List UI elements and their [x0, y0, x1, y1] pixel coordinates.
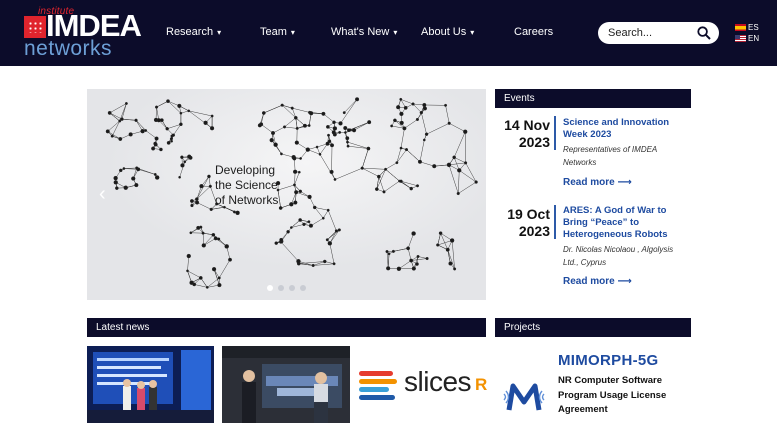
nav-label: Research	[166, 26, 214, 38]
read-more-link[interactable]: Read more ⟶	[563, 177, 632, 188]
slider-prev-arrow-icon[interactable]: ‹	[99, 183, 106, 206]
event-description: Dr. Nicolas Nicolaou , Algolysis Ltd., C…	[563, 245, 674, 267]
site-header: institute IMDEA networks Research ▾ Team ▾…	[0, 0, 777, 66]
slider-dot[interactable]	[278, 285, 284, 291]
nav-whats-new[interactable]: What's New ▾	[331, 26, 397, 38]
nav-label: Careers	[514, 26, 554, 38]
event-date-year: 2023	[518, 223, 550, 239]
chevron-down-icon: ▾	[290, 28, 295, 37]
slices-logo-suffix: R	[475, 375, 488, 394]
chevron-down-icon: ▾	[470, 28, 475, 37]
event-date-day: 19 Oct	[507, 206, 550, 222]
nav-label: About Us	[421, 26, 467, 38]
slices-stripes-icon	[359, 371, 397, 400]
us-flag-icon	[735, 35, 746, 42]
project-description: NR Computer Software Program Usage Licen…	[558, 375, 667, 415]
nav-careers[interactable]: Careers	[514, 26, 553, 38]
event-divider	[554, 116, 556, 150]
latest-news-header: Latest news	[87, 318, 486, 337]
nav-team[interactable]: Team ▾	[260, 26, 295, 38]
search-icon[interactable]	[697, 26, 711, 40]
news-thumbnail-conference-photo[interactable]	[222, 346, 350, 423]
news-thumbnail-award-photo[interactable]	[87, 346, 214, 423]
spain-flag-icon	[735, 24, 746, 31]
hero-caption-line: of Networks	[215, 193, 279, 207]
hero-slider[interactable]: Developing the Science of Networks ‹	[87, 89, 486, 300]
project-name[interactable]: MIMORPH-5G	[558, 352, 659, 369]
slider-dot[interactable]	[289, 285, 295, 291]
madrid-flag-icon	[24, 16, 46, 38]
conference-photo-image	[222, 346, 350, 423]
world-network-map-image	[87, 89, 486, 300]
nav-label: What's New	[331, 26, 390, 38]
lang-code: ES	[748, 23, 759, 32]
nav-research[interactable]: Research ▾	[166, 26, 221, 38]
event-date-day: 14 Nov	[504, 117, 550, 133]
hero-caption: Developing the Science of Networks	[215, 163, 278, 208]
lang-code: EN	[748, 34, 760, 43]
event-item: 19 Oct 2023 ARES: A God of War to Bring …	[495, 204, 691, 294]
slices-logo-text: slices	[404, 366, 472, 397]
event-title[interactable]: Science and Innovation Week 2023	[563, 117, 683, 141]
hero-caption-line: the Science	[215, 178, 278, 192]
projects-header: Projects	[495, 318, 691, 337]
search-box	[598, 22, 719, 44]
read-more-link[interactable]: Read more ⟶	[563, 276, 632, 287]
event-item: 14 Nov 2023 Science and Innovation Week …	[495, 115, 691, 195]
slider-dot[interactable]	[300, 285, 306, 291]
event-description: Representatives of IMDEA Networks	[563, 145, 657, 167]
event-divider	[554, 205, 556, 239]
award-photo-image	[87, 346, 214, 423]
lang-es[interactable]: ES	[735, 23, 759, 32]
news-thumbnail-slices-logo[interactable]: slices R	[357, 362, 489, 406]
imdea-logo[interactable]: institute IMDEA networks	[22, 6, 142, 60]
chevron-down-icon: ▾	[217, 28, 222, 37]
chevron-down-icon: ▾	[393, 28, 398, 37]
slider-dot[interactable]	[267, 285, 273, 291]
event-date-year: 2023	[518, 134, 550, 150]
events-header: Events	[495, 89, 691, 108]
slider-dots	[267, 285, 306, 291]
nav-about-us[interactable]: About Us ▾	[421, 26, 474, 38]
event-title[interactable]: ARES: A God of War to Bring “Peace” to H…	[563, 205, 683, 241]
search-input[interactable]	[608, 25, 693, 41]
nav-label: Team	[260, 26, 287, 38]
mimorph-logo-icon[interactable]	[503, 380, 545, 414]
logo-networks-text: networks	[24, 37, 113, 60]
hero-caption-line: Developing	[215, 163, 276, 177]
lang-en[interactable]: EN	[735, 34, 759, 43]
